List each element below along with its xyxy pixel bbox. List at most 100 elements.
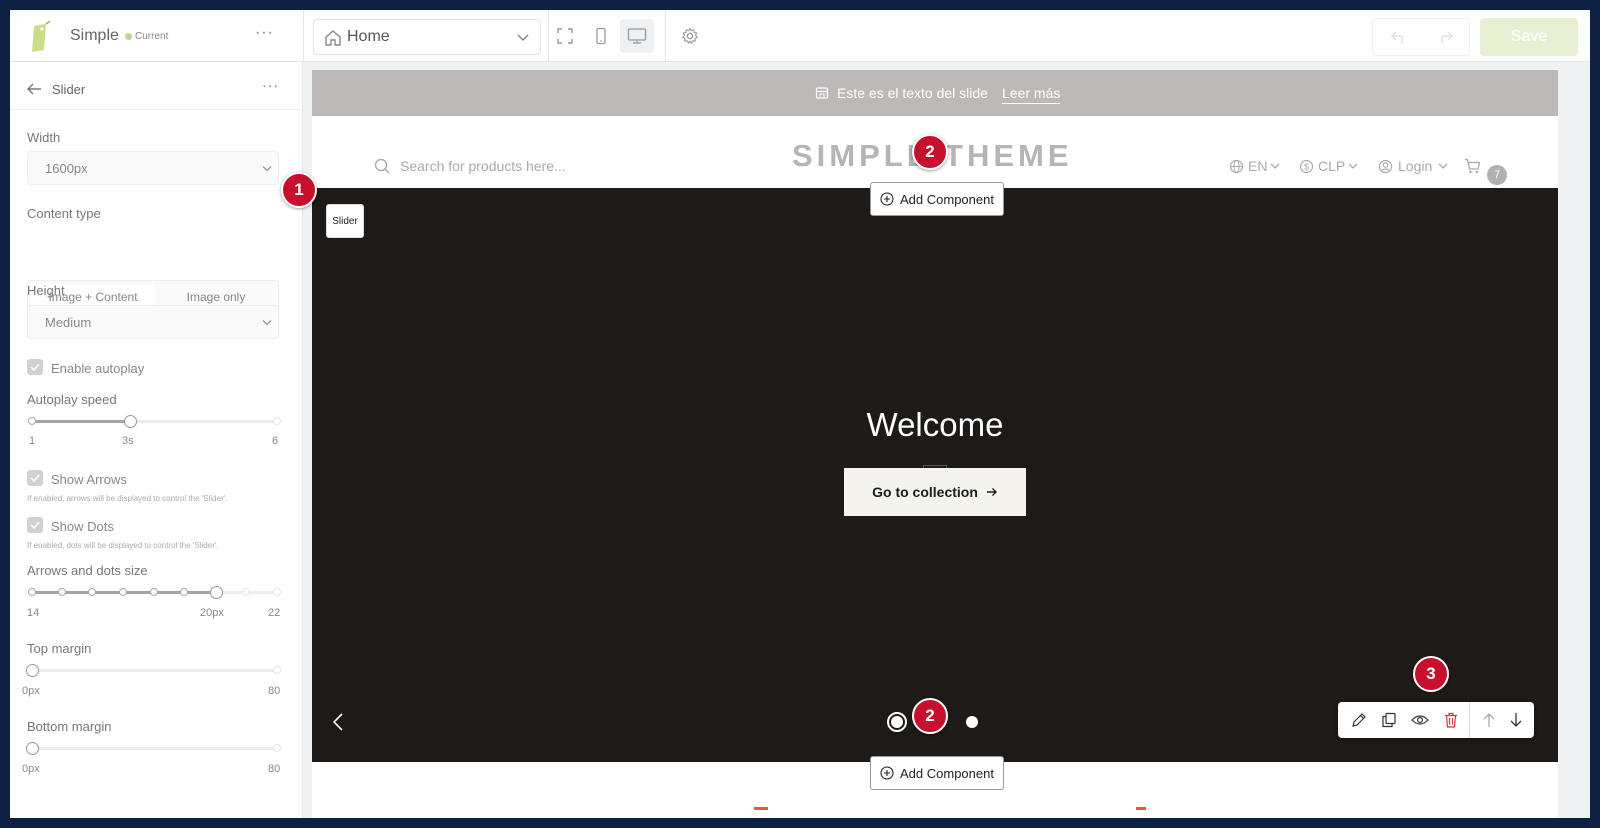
next-section-peek — [1136, 807, 1146, 810]
sidebar-more-icon[interactable]: ··· — [262, 77, 279, 93]
desktop-view-button[interactable] — [620, 19, 654, 53]
history-group — [1372, 18, 1470, 56]
show-dots-checkbox[interactable] — [27, 517, 43, 533]
user-icon — [1378, 159, 1393, 174]
size-slider[interactable] — [28, 586, 281, 599]
slider-tick — [28, 588, 36, 596]
bottom-margin-handle[interactable] — [26, 742, 39, 755]
go-to-collection-button[interactable]: Go to collection — [844, 468, 1026, 516]
cart-icon[interactable] — [1464, 158, 1481, 174]
edit-button[interactable] — [1346, 707, 1372, 733]
page-select[interactable]: Home — [313, 19, 541, 55]
check-icon — [30, 521, 40, 529]
announcement-text: Este es el texto del slide — [837, 85, 988, 101]
slider-tick — [88, 588, 96, 596]
status-dot-icon — [125, 33, 132, 40]
language-select[interactable]: EN — [1248, 158, 1267, 174]
height-select[interactable]: Medium — [27, 305, 279, 339]
eye-icon — [1411, 715, 1429, 725]
size-max: 22 — [268, 607, 281, 619]
next-section-peek — [754, 807, 768, 810]
autoplay-speed-value: 3s — [122, 435, 134, 447]
slider-dot-active[interactable] — [887, 712, 907, 732]
chevron-down-icon — [517, 34, 529, 42]
visibility-button[interactable] — [1407, 707, 1433, 733]
top-margin-label: Top margin — [27, 641, 92, 656]
move-down-button[interactable] — [1503, 707, 1529, 733]
redo-icon[interactable] — [1437, 30, 1453, 44]
slider-tick — [180, 588, 188, 596]
height-label: Height — [27, 283, 65, 298]
settings-sidebar: Slider ··· Width 1600px Content type Ima… — [10, 62, 303, 818]
top-bar: Simple Current ··· Home Save — [10, 10, 1590, 62]
top-margin-handle[interactable] — [26, 664, 39, 677]
currency-select[interactable]: CLP — [1318, 158, 1345, 174]
show-arrows-checkbox[interactable] — [27, 470, 43, 486]
slider-tick — [242, 588, 250, 596]
show-arrows-note: If enabled, arrows will be displayed to … — [27, 494, 228, 503]
chevron-down-icon — [1348, 163, 1358, 169]
slider-tick — [273, 417, 281, 425]
site-search-input[interactable]: Search for products here... — [400, 158, 566, 174]
app-logo-icon — [28, 20, 54, 54]
undo-icon[interactable] — [1391, 30, 1407, 44]
cart-count-badge: 7 — [1487, 165, 1507, 185]
hero-slider[interactable]: Slider Welcome Go to collection — [312, 188, 1558, 762]
annotation-marker-2-bottom: 2 — [912, 698, 948, 734]
bottom-margin-slider[interactable] — [26, 742, 281, 755]
arrow-up-icon — [1483, 713, 1495, 727]
save-button[interactable]: Save — [1480, 18, 1578, 56]
autoplay-speed-handle[interactable] — [124, 415, 137, 428]
autoplay-label: Enable autoplay — [51, 361, 145, 376]
duplicate-button[interactable] — [1376, 707, 1402, 733]
autoplay-checkbox[interactable] — [27, 359, 43, 375]
size-min: 14 — [27, 607, 40, 619]
search-icon — [374, 158, 390, 174]
slider-tick — [273, 666, 281, 674]
section-tag[interactable]: Slider — [326, 204, 364, 238]
autoplay-speed-label: Autoplay speed — [27, 392, 117, 407]
add-component-bottom-button[interactable]: Add Component — [870, 756, 1004, 790]
show-dots-note: If enabled, dots will be displayed to co… — [27, 541, 219, 550]
back-arrow-icon[interactable] — [26, 82, 42, 96]
status-badge: Current — [135, 31, 169, 42]
sidebar-header: Slider ··· — [10, 62, 303, 110]
svg-text:$: $ — [1304, 162, 1309, 172]
prev-arrow-icon[interactable] — [332, 712, 344, 732]
bottom-margin-max: 80 — [268, 763, 281, 775]
slider-tick — [150, 588, 158, 596]
autoplay-speed-slider[interactable] — [28, 415, 281, 428]
fullscreen-icon — [557, 28, 573, 44]
width-value: 1600px — [45, 161, 88, 176]
app-window: Simple Current ··· Home Save Slider ··· … — [10, 10, 1590, 818]
top-margin-slider[interactable] — [26, 664, 281, 677]
hero-title: Welcome — [866, 406, 1004, 443]
login-link[interactable]: Login — [1398, 158, 1432, 174]
announcement-link[interactable]: Leer más — [1002, 85, 1061, 104]
slider-dot[interactable] — [966, 716, 978, 728]
globe-icon — [1229, 159, 1244, 174]
mobile-view-button[interactable] — [584, 19, 618, 53]
settings-button[interactable] — [673, 19, 707, 53]
add-component-top-button[interactable]: Add Component — [870, 182, 1004, 216]
slider-tick — [58, 588, 66, 596]
fullscreen-button[interactable] — [548, 19, 582, 53]
size-handle[interactable] — [209, 586, 223, 599]
announcement-bar[interactable]: Este es el texto del slide Leer más — [312, 70, 1558, 116]
app-more-icon[interactable]: ··· — [255, 24, 274, 42]
move-up-button[interactable] — [1476, 707, 1502, 733]
gear-icon — [681, 27, 699, 44]
annotation-marker-3: 3 — [1413, 656, 1449, 692]
sidebar-title: Slider — [52, 82, 86, 97]
add-component-label: Add Component — [900, 191, 994, 207]
divider — [665, 10, 666, 62]
width-select[interactable]: 1600px — [27, 151, 279, 185]
arrow-right-icon — [986, 488, 997, 496]
width-label: Width — [27, 130, 61, 145]
slider-tick — [273, 744, 281, 752]
plus-circle-icon — [880, 192, 894, 206]
delete-button[interactable] — [1438, 707, 1464, 733]
add-component-label: Add Component — [900, 765, 994, 781]
bottom-margin-label: Bottom margin — [27, 719, 112, 734]
mobile-icon — [596, 27, 606, 45]
